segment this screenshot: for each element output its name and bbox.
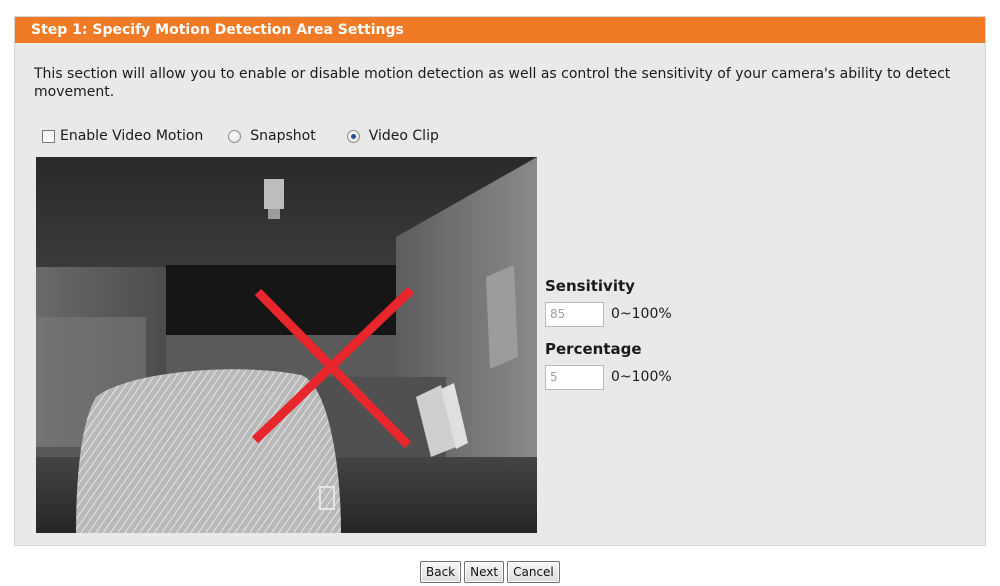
sensitivity-label: Sensitivity: [545, 277, 635, 295]
sensitivity-input[interactable]: [545, 301, 604, 327]
camera-preview[interactable]: [36, 157, 537, 533]
panel-description: This section will allow you to enable or…: [34, 66, 951, 100]
video-clip-radio[interactable]: [346, 129, 360, 143]
camera-preview-image: [36, 157, 537, 533]
percentage-label: Percentage: [545, 340, 642, 358]
sensitivity-row: 0~100%: [545, 300, 845, 328]
snapshot-label[interactable]: Snapshot: [250, 128, 315, 144]
percentage-row: 0~100%: [545, 363, 845, 391]
percentage-range: 0~100%: [611, 369, 672, 385]
sensitivity-range: 0~100%: [611, 306, 672, 322]
back-button[interactable]: Back: [420, 561, 462, 583]
motion-detection-panel: Step 1: Specify Motion Detection Area Se…: [14, 16, 986, 546]
detection-settings: Sensitivity 0~100% Percentage 0~100%: [545, 275, 845, 391]
panel-title: Step 1: Specify Motion Detection Area Se…: [15, 17, 985, 43]
enable-video-motion-label[interactable]: Enable Video Motion: [60, 128, 203, 144]
enable-video-motion-checkbox[interactable]: [42, 129, 55, 143]
snapshot-radio[interactable]: [228, 129, 242, 143]
wizard-buttons: Back Next Cancel: [420, 561, 560, 583]
next-button[interactable]: Next: [464, 561, 505, 583]
percentage-input[interactable]: [545, 364, 604, 390]
video-clip-label[interactable]: Video Clip: [369, 128, 439, 144]
cancel-button[interactable]: Cancel: [507, 561, 560, 583]
motion-options-row: Enable Video Motion Snapshot Video Clip: [42, 125, 439, 147]
